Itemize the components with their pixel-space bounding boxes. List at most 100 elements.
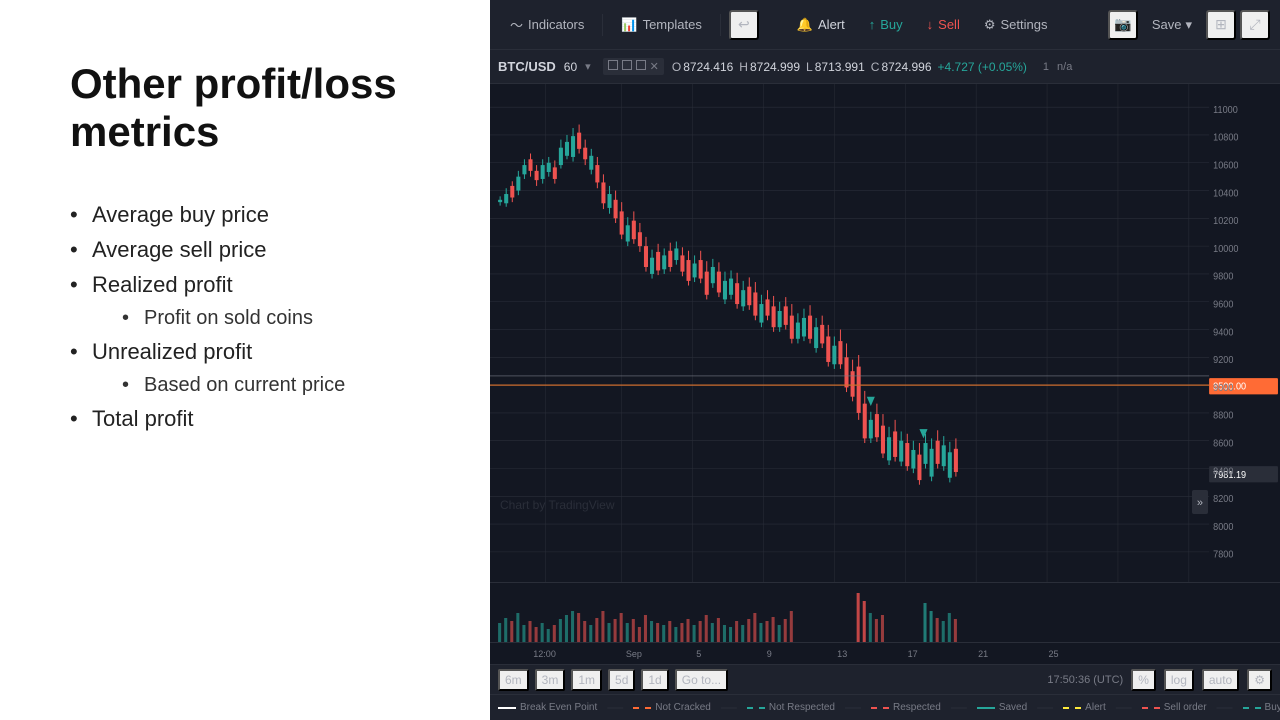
1m-button[interactable]: 1m bbox=[571, 669, 602, 691]
svg-text:25: 25 bbox=[1049, 649, 1059, 659]
svg-text:8000: 8000 bbox=[1213, 521, 1234, 533]
3m-button[interactable]: 3m bbox=[535, 669, 566, 691]
svg-text:Sep: Sep bbox=[626, 649, 642, 659]
bottom-right-controls: 17:50:36 (UTC) % log auto ⚙ bbox=[1047, 669, 1272, 691]
list-item-total: Total profit bbox=[70, 401, 440, 436]
chevron-down-icon: ▾ bbox=[1185, 17, 1192, 33]
ohlc-square-1 bbox=[608, 60, 618, 70]
bottom-toolbar: 6m 3m 1m 5d 1d Go to... 17:50:36 (UTC) %… bbox=[490, 664, 1280, 694]
alert-button[interactable]: 🔔 Alert bbox=[787, 12, 855, 38]
chart-toolbar: 〜 Indicators 📊 Templates ↩ 🔔 Alert ↑ Buy… bbox=[490, 0, 1280, 50]
camera-icon: 📷 bbox=[1114, 16, 1131, 33]
auto-button[interactable]: auto bbox=[1202, 669, 1239, 691]
svg-text:11000: 11000 bbox=[1213, 104, 1238, 116]
close-x: ✕ bbox=[650, 60, 659, 73]
svg-text:10800: 10800 bbox=[1213, 132, 1239, 144]
log-button[interactable]: log bbox=[1164, 669, 1194, 691]
save-button[interactable]: Save ▾ bbox=[1142, 12, 1202, 38]
time-svg: 12:00 Sep 5 9 13 17 21 25 bbox=[495, 643, 1280, 665]
legend-sell-order: Sell order bbox=[1142, 702, 1207, 713]
high-label: H8724.999 bbox=[739, 60, 800, 74]
svg-text:7800: 7800 bbox=[1213, 549, 1234, 561]
5d-button[interactable]: 5d bbox=[608, 669, 635, 691]
svg-text:9800: 9800 bbox=[1213, 271, 1234, 283]
svg-text:12:00: 12:00 bbox=[533, 649, 556, 659]
6m-button[interactable]: 6m bbox=[498, 669, 529, 691]
svg-text:17: 17 bbox=[908, 649, 918, 659]
ohlc-row: O8724.416 H8724.999 L8713.991 C8724.996 … bbox=[672, 60, 1027, 74]
templates-icon: 📊 bbox=[621, 17, 637, 33]
svg-text:8600: 8600 bbox=[1213, 438, 1234, 450]
undo-icon: ↩ bbox=[738, 16, 750, 33]
timeframe-label: 60 bbox=[564, 60, 577, 74]
chart-area[interactable]: 8500.00 7981.19 11000 10800 10600 10400 … bbox=[490, 84, 1280, 582]
sell-button[interactable]: ↓ Sell bbox=[917, 12, 970, 37]
svg-text:10600: 10600 bbox=[1213, 160, 1239, 172]
camera-button[interactable]: 📷 bbox=[1108, 10, 1138, 40]
volume-area bbox=[490, 582, 1280, 642]
toolbar-right: 📷 Save ▾ ⊞ ⤢ bbox=[1108, 10, 1270, 40]
indicators-icon: 〜 bbox=[510, 15, 523, 34]
sell-arrow-icon: ↓ bbox=[927, 17, 934, 32]
1d-button[interactable]: 1d bbox=[641, 669, 668, 691]
pct-button[interactable]: % bbox=[1131, 669, 1156, 691]
buy-arrow-icon: ↑ bbox=[869, 17, 876, 32]
legend-alert: Alert bbox=[1063, 702, 1106, 713]
left-panel: Other profit/lossmetrics Average buy pri… bbox=[0, 0, 490, 720]
svg-text:9: 9 bbox=[767, 649, 772, 659]
price-bar: BTC/USD 60 ▾ ✕ O8724.416 H8724.999 L8713… bbox=[490, 50, 1280, 84]
close-label: C8724.996 bbox=[871, 60, 932, 74]
indicators-button[interactable]: 〜 Indicators bbox=[500, 10, 594, 39]
legend-bar: Break Even Point — Not Cracked — Not Res… bbox=[490, 694, 1280, 720]
expand-button[interactable]: » bbox=[1192, 490, 1208, 514]
list-item-realized: Realized profit Profit on sold coins bbox=[70, 267, 440, 334]
legend-not-respected: Not Respected bbox=[747, 702, 835, 713]
list-item-avg-sell: Average sell price bbox=[70, 232, 440, 267]
svg-text:5: 5 bbox=[696, 649, 701, 659]
ohlc-square-3 bbox=[636, 60, 646, 70]
list-item-avg-buy: Average buy price bbox=[70, 197, 440, 232]
dropdown-arrow: ▾ bbox=[585, 60, 591, 73]
timestamp-label: 17:50:36 (UTC) bbox=[1047, 674, 1123, 686]
chart-panel: 〜 Indicators 📊 Templates ↩ 🔔 Alert ↑ Buy… bbox=[490, 0, 1280, 720]
price-change: +4.727 (+0.05%) bbox=[938, 60, 1027, 74]
undo-button[interactable]: ↩ bbox=[729, 10, 759, 40]
settings-gear-button[interactable]: ⚙ bbox=[1247, 669, 1272, 691]
fullscreen-button[interactable]: ⤢ bbox=[1240, 10, 1270, 40]
multiplier: 1 bbox=[1043, 61, 1049, 73]
toolbar-separator-2 bbox=[720, 14, 721, 36]
open-label: O8724.416 bbox=[672, 60, 733, 74]
time-axis: 12:00 Sep 5 9 13 17 21 25 bbox=[490, 642, 1280, 664]
ohlc-squares: ✕ bbox=[603, 58, 664, 75]
goto-button[interactable]: Go to... bbox=[675, 669, 728, 691]
settings-button[interactable]: ⚙ Settings bbox=[974, 12, 1058, 38]
legend-breakeven: Break Even Point bbox=[498, 702, 597, 713]
svg-text:21: 21 bbox=[978, 649, 988, 659]
svg-text:9400: 9400 bbox=[1213, 327, 1234, 339]
nna-label: n/a bbox=[1057, 61, 1072, 73]
layout-button[interactable]: ⊞ bbox=[1206, 10, 1236, 40]
svg-text:8800: 8800 bbox=[1213, 410, 1234, 422]
buy-button[interactable]: ↑ Buy bbox=[859, 12, 913, 37]
bell-icon: 🔔 bbox=[797, 17, 813, 33]
svg-text:10400: 10400 bbox=[1213, 188, 1239, 200]
volume-svg bbox=[490, 583, 1280, 643]
gear-icon: ⚙ bbox=[984, 17, 996, 33]
main-title: Other profit/lossmetrics bbox=[70, 60, 440, 157]
legend-not-cracked: Not Cracked bbox=[633, 702, 711, 713]
sub-item-current-price: Based on current price bbox=[122, 369, 440, 401]
templates-button[interactable]: 📊 Templates bbox=[611, 12, 711, 38]
symbol-label: BTC/USD bbox=[498, 59, 556, 74]
fullscreen-icon: ⤢ bbox=[1249, 16, 1260, 33]
gear-small-icon: ⚙ bbox=[1254, 673, 1265, 687]
chart-svg: 8500.00 7981.19 11000 10800 10600 10400 … bbox=[490, 84, 1280, 582]
legend-respected: Respected bbox=[871, 702, 941, 713]
low-label: L8713.991 bbox=[806, 60, 865, 74]
sub-item-profit-sold: Profit on sold coins bbox=[122, 302, 440, 334]
bullet-list: Average buy price Average sell price Rea… bbox=[70, 197, 440, 437]
expand-icon: » bbox=[1197, 497, 1203, 509]
toolbar-separator bbox=[602, 14, 603, 36]
svg-text:8200: 8200 bbox=[1213, 494, 1234, 506]
ohlc-square-2 bbox=[622, 60, 632, 70]
svg-text:9200: 9200 bbox=[1213, 355, 1234, 367]
